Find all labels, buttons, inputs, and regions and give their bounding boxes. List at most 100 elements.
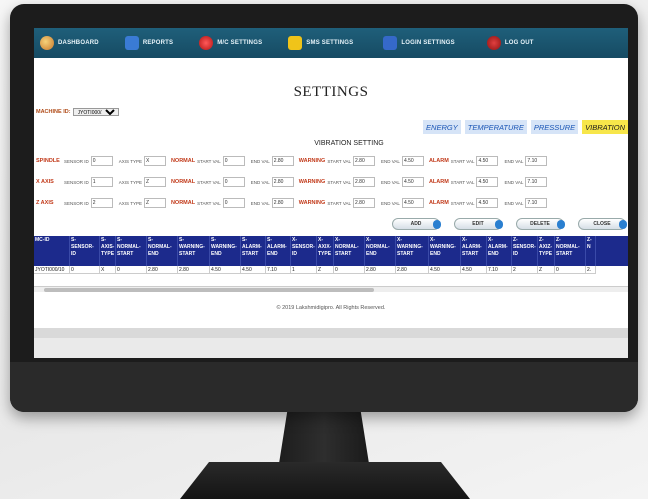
column-header[interactable]: X-SENSOR-ID	[291, 236, 317, 266]
nav-dashboard[interactable]: DASHBOARD	[40, 28, 99, 58]
add-button[interactable]: ADD	[392, 218, 441, 230]
column-header[interactable]: S-SENSOR-ID	[70, 236, 100, 266]
alarm-end-field[interactable]: 7.10	[525, 177, 548, 187]
column-header[interactable]: X-NORMAL-END	[365, 236, 396, 266]
column-header[interactable]: X-ALARM-END	[487, 236, 512, 266]
column-header[interactable]: S-ALARM-END	[266, 236, 291, 266]
normal-start-field[interactable]: 0	[222, 198, 245, 208]
table-row[interactable]: JYOTI000/10 0 X 0 2.80 2.80 4.50 4.50 7.…	[34, 266, 628, 274]
table-cell: 2	[512, 266, 538, 274]
column-header[interactable]: Z-SENSOR-ID	[512, 236, 538, 266]
column-header[interactable]: Z-NORMAL-START	[555, 236, 586, 266]
table-header: MC-ID S-SENSOR-ID S-AXIS-TYPE S-NORMAL-S…	[34, 236, 628, 266]
column-header[interactable]: S-WARNING-START	[178, 236, 210, 266]
nav-reports-label: REPORTS	[142, 40, 174, 46]
start-val-label: START VAL	[327, 200, 351, 206]
nav-login-settings[interactable]: LOGIN SETTINGS	[383, 28, 455, 58]
warning-end-field[interactable]: 4.50	[401, 156, 424, 166]
setting-row-z-axis: Z AXIS SENSOR ID 2 AXIS TYPE Z NORMAL ST…	[36, 196, 548, 210]
column-header[interactable]: S-NORMAL-START	[116, 236, 147, 266]
alarm-start-field[interactable]: 4.50	[476, 198, 499, 208]
section-title: VIBRATION SETTING	[314, 140, 384, 147]
alarm-end-field[interactable]: 7.10	[525, 198, 548, 208]
setting-row-spindle: SPINDLE SENSOR ID 0 AXIS TYPE X NORMAL S…	[36, 154, 548, 168]
column-header[interactable]: Z-N	[586, 236, 596, 266]
end-val-label: END VAL	[381, 179, 400, 185]
table-cell: 4.50	[429, 266, 461, 274]
column-header[interactable]: Z-AXIZ-TYPE	[538, 236, 555, 266]
sensor-id-field[interactable]: 0	[90, 156, 113, 166]
table-cell: 0	[70, 266, 100, 274]
column-header[interactable]: S-ALARM-START	[241, 236, 266, 266]
column-header[interactable]: MC-ID	[34, 236, 70, 266]
warning-start-field[interactable]: 2.80	[353, 177, 375, 187]
row-label: Z AXIS	[36, 200, 54, 206]
column-header[interactable]: X-ALARM-START	[461, 236, 487, 266]
table-cell: 2.80	[396, 266, 429, 274]
nav-reports[interactable]: REPORTS	[124, 28, 174, 58]
column-header[interactable]: X-NORMAL-START	[334, 236, 365, 266]
end-val-label: END VAL	[504, 200, 524, 206]
normal-start-field[interactable]: 0	[222, 177, 245, 187]
nav-sms-settings-label: SMS SETTINGS	[306, 40, 354, 46]
column-header[interactable]: X-WARNING-START	[396, 236, 429, 266]
warning-start-field[interactable]: 2.80	[353, 198, 375, 208]
end-val-label: END VAL	[250, 200, 270, 206]
tab-vibration[interactable]: VIBRATION	[582, 120, 628, 134]
sensor-id-field[interactable]: 1	[90, 177, 113, 187]
column-header[interactable]: S-NORMAL-END	[147, 236, 178, 266]
machine-id-select[interactable]: JYOTI000/1	[72, 108, 119, 116]
normal-label: NORMAL	[170, 179, 196, 185]
table-cell: 0	[334, 266, 365, 274]
horizontal-scrollbar[interactable]	[34, 286, 628, 292]
tab-temperature[interactable]: TEMPERATURE	[464, 120, 527, 134]
nav-logout-label: LOG OUT	[504, 40, 534, 46]
alarm-label: ALARM	[428, 179, 449, 185]
column-header[interactable]: S-AXIS-TYPE	[100, 236, 116, 266]
sensor-id-label: SENSOR ID	[64, 158, 89, 164]
nav-sms-settings[interactable]: SMS SETTINGS	[288, 28, 353, 58]
normal-end-field[interactable]: 2.80	[271, 198, 294, 208]
table-cell: 4.50	[461, 266, 487, 274]
action-buttons: ADD EDIT DELETE CLOSE	[392, 218, 627, 230]
sensor-id-field[interactable]: 2	[90, 198, 113, 208]
tab-energy[interactable]: ENERGY	[423, 120, 461, 134]
alarm-label: ALARM	[428, 158, 449, 164]
delete-button[interactable]: DELETE	[516, 218, 565, 230]
table-cell: 2.80	[178, 266, 210, 274]
axis-type-field[interactable]: Z	[143, 198, 166, 208]
axis-type-label: AXIS TYPE	[118, 200, 142, 206]
nav-login-settings-label: LOGIN SETTINGS	[401, 40, 455, 46]
column-header[interactable]: S-WARNING-END	[210, 236, 241, 266]
nav-logout[interactable]: LOG OUT	[486, 28, 534, 58]
table-cell: 2.80	[147, 266, 178, 274]
axis-type-label: AXIS TYPE	[118, 179, 142, 185]
warning-end-field[interactable]: 4.50	[401, 177, 424, 187]
login-settings-icon	[383, 36, 398, 50]
edit-button[interactable]: EDIT	[454, 218, 503, 230]
alarm-start-field[interactable]: 4.50	[476, 156, 499, 166]
normal-start-field[interactable]: 0	[222, 156, 245, 166]
alarm-start-field[interactable]: 4.50	[476, 177, 499, 187]
warning-label: WARNING	[298, 158, 326, 164]
table-cell: 0	[116, 266, 147, 274]
axis-type-field[interactable]: X	[143, 156, 166, 166]
machine-id-label: MACHINE ID:	[36, 109, 71, 115]
column-header[interactable]: X-AXIX-TYPE	[317, 236, 334, 266]
machine-settings-icon	[199, 36, 214, 50]
scrollbar-thumb[interactable]	[44, 288, 374, 292]
warning-end-field[interactable]: 4.50	[401, 198, 424, 208]
column-header[interactable]: X-WARNING-END	[429, 236, 461, 266]
close-button[interactable]: CLOSE	[578, 218, 627, 230]
footer-copyright: © 2019 Lakshmidigipro. All Rights Reserv…	[276, 305, 386, 311]
warning-start-field[interactable]: 2.80	[353, 156, 375, 166]
normal-end-field[interactable]: 2.80	[271, 156, 294, 166]
category-tabs: ENERGY TEMPERATURE PRESSURE VIBRATION	[423, 120, 628, 134]
page-title: SETTINGS	[293, 84, 369, 100]
normal-end-field[interactable]: 2.80	[271, 177, 294, 187]
axis-type-field[interactable]: Z	[143, 177, 166, 187]
tab-pressure[interactable]: PRESSURE	[530, 120, 579, 134]
nav-mc-settings[interactable]: M/C SETTINGS	[199, 28, 262, 58]
sensor-id-label: SENSOR ID	[64, 179, 89, 185]
alarm-end-field[interactable]: 7.10	[525, 156, 548, 166]
